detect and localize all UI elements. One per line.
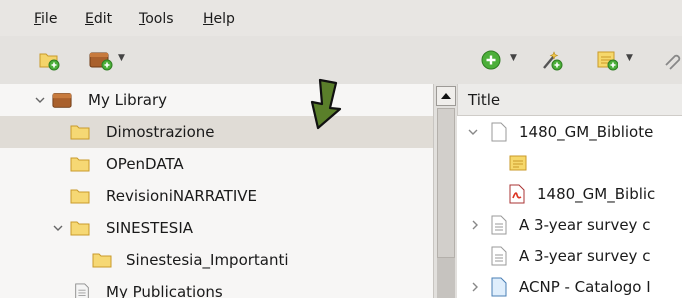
collections-scrollbar[interactable] (433, 84, 457, 298)
menu-file[interactable]: File (34, 10, 57, 28)
publications-icon (75, 283, 89, 298)
item-row[interactable]: 1480_GM_Bibliote (457, 116, 682, 147)
column-header-title[interactable]: Title (457, 84, 682, 116)
scroll-up-button[interactable] (436, 86, 456, 106)
collection-row-opendata[interactable]: OPenDATA (0, 148, 433, 180)
collection-label: RevisioniNARRATIVE (106, 187, 257, 205)
item-row[interactable]: 1480_GM_Biblic (457, 178, 682, 209)
column-header-label: Title (468, 91, 501, 109)
chevron-down-icon[interactable] (34, 94, 46, 106)
annotation-arrow-icon (310, 78, 342, 130)
scroll-thumb[interactable] (437, 108, 455, 258)
collection-label: Dimostrazione (106, 123, 215, 141)
menu-edit[interactable]: Edit (85, 10, 112, 28)
folder-icon (70, 125, 90, 140)
menu-edit-mnemonic: E (85, 11, 94, 27)
toolbar: ▼ ▼ ▼ (0, 36, 682, 84)
add-by-identifier-icon[interactable] (540, 48, 564, 72)
chevron-down-icon[interactable] (467, 126, 479, 138)
library-icon (52, 93, 72, 108)
collection-row-my-publications[interactable]: My Publications (0, 276, 433, 298)
new-library-icon[interactable] (88, 48, 114, 72)
folder-icon (70, 157, 90, 172)
menu-bar: File Edit Tools Help (0, 0, 682, 36)
webpage-icon (491, 277, 507, 297)
new-note-dropdown-icon[interactable]: ▼ (626, 53, 633, 63)
item-title: 1480_GM_Biblic (537, 185, 656, 203)
item-title: 1480_GM_Bibliote (519, 123, 654, 141)
new-note-icon[interactable] (596, 48, 618, 72)
chevron-down-icon[interactable] (52, 222, 64, 234)
menu-help[interactable]: Help (203, 10, 235, 28)
folder-icon (70, 189, 90, 204)
item-title: ACNP - Catalogo I (519, 278, 651, 296)
item-row[interactable]: ACNP - Catalogo I (457, 271, 682, 298)
new-item-dropdown-icon[interactable]: ▼ (510, 53, 517, 63)
chevron-right-icon[interactable] (469, 281, 481, 293)
collection-row-my-library[interactable]: My Library (0, 84, 433, 116)
collection-row-dimostrazione[interactable]: Dimostrazione (0, 116, 433, 148)
menu-tools-label: ools (145, 11, 174, 27)
collection-row-sinestesia[interactable]: SINESTESIA (0, 212, 433, 244)
collection-label: OPenDATA (106, 155, 184, 173)
item-title: A 3-year survey c (519, 247, 651, 265)
attachment-icon[interactable] (660, 48, 682, 72)
menu-help-mnemonic: H (203, 11, 214, 27)
new-item-icon[interactable] (480, 48, 502, 72)
menu-help-label: elp (213, 11, 235, 27)
item-row[interactable] (457, 147, 682, 178)
document-icon (491, 215, 507, 235)
collection-row-sinestesia-importanti[interactable]: Sinestesia_Importanti (0, 244, 433, 276)
chevron-right-icon[interactable] (469, 219, 481, 231)
folder-icon (70, 221, 90, 236)
item-row[interactable]: A 3-year survey c (457, 209, 682, 240)
collection-label: My Library (88, 91, 168, 109)
new-collection-icon[interactable] (38, 48, 60, 72)
collection-label: My Publications (106, 283, 223, 298)
note-icon (509, 155, 527, 171)
collection-row-revisioni-narrative[interactable]: RevisioniNARRATIVE (0, 180, 433, 212)
menu-file-mnemonic: F (34, 11, 42, 27)
collection-label: Sinestesia_Importanti (126, 251, 289, 269)
pdf-icon (509, 184, 525, 204)
collection-label: SINESTESIA (106, 219, 194, 237)
items-pane: Title 1480_GM_Bibliote 1480_GM_Biblic A … (457, 84, 682, 298)
menu-tools[interactable]: Tools (139, 10, 174, 28)
document-icon (491, 122, 507, 142)
new-library-dropdown-icon[interactable]: ▼ (118, 53, 125, 63)
menu-edit-label: dit (93, 11, 113, 27)
collections-pane: My Library Dimostrazione OPenDATA Revisi… (0, 84, 433, 298)
triangle-up-icon (441, 93, 451, 99)
scroll-track[interactable] (437, 108, 455, 298)
menu-file-label: ile (41, 11, 58, 27)
item-title: A 3-year survey c (519, 216, 651, 234)
item-row[interactable]: A 3-year survey c (457, 240, 682, 271)
document-icon (491, 246, 507, 266)
folder-icon (92, 253, 112, 268)
